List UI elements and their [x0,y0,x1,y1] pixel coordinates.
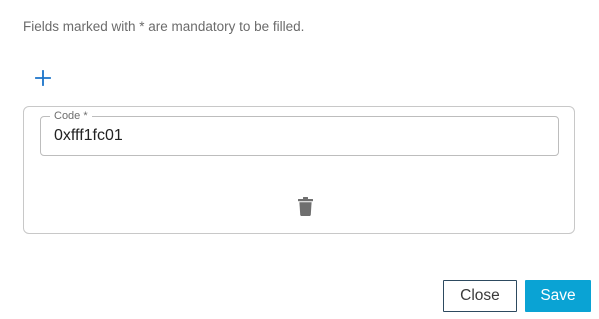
add-entry-button[interactable] [33,68,53,88]
code-input[interactable] [54,126,544,146]
save-button[interactable]: Save [525,280,591,312]
trash-icon [297,196,313,216]
plus-icon [35,70,51,86]
mandatory-notice: Fields marked with * are mandatory to be… [23,19,305,34]
code-field: Code * [40,109,559,156]
code-entry-dialog: Fields marked with * are mandatory to be… [0,0,599,319]
close-button[interactable]: Close [443,280,517,312]
code-entry-card: Code * [23,106,575,234]
code-field-label: Code * [50,109,92,123]
delete-entry-button[interactable] [296,195,314,217]
